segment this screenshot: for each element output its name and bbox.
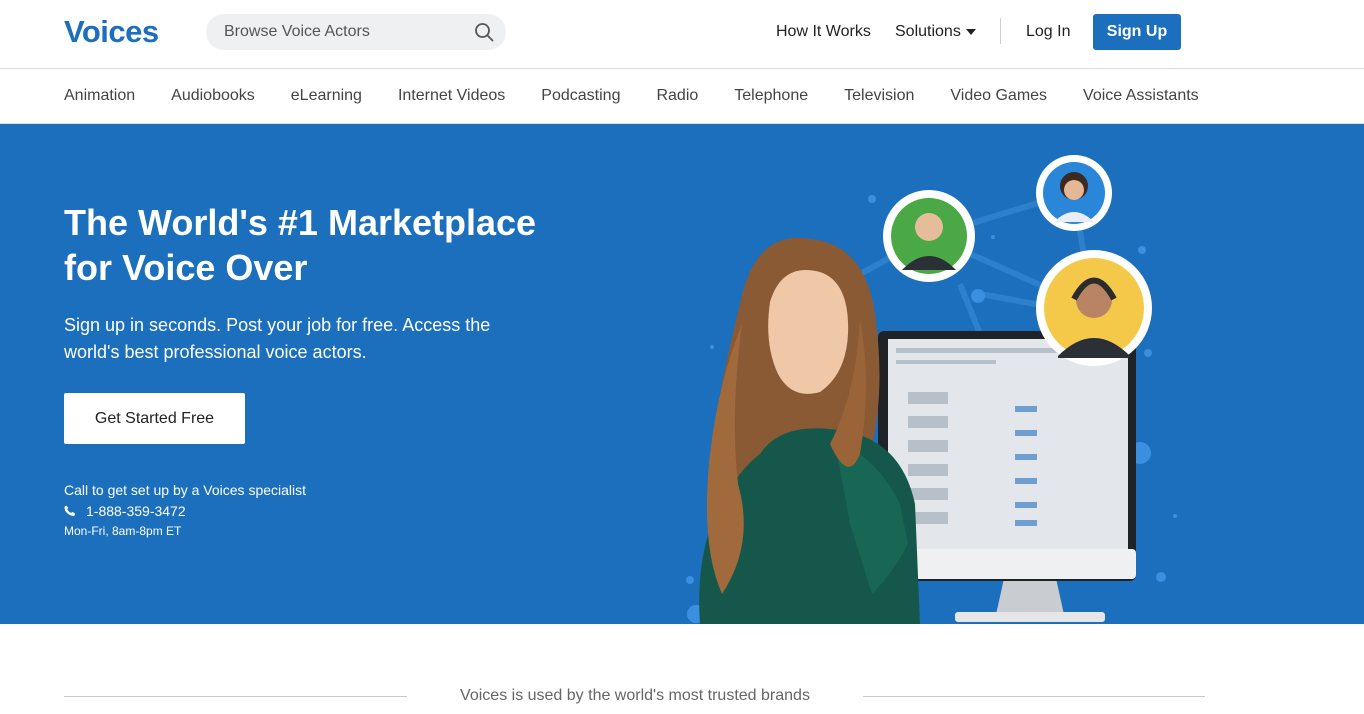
- trusted-brands-section: Voices is used by the world's most trust…: [0, 624, 1364, 714]
- nav-solutions-label: Solutions: [895, 23, 961, 40]
- nav-solutions[interactable]: Solutions: [895, 22, 976, 42]
- call-text: Call to get set up by a Voices specialis…: [64, 482, 307, 498]
- category-telephone[interactable]: Telephone: [734, 86, 808, 106]
- top-header: Voices How It Works Solutions Log In Sig…: [0, 0, 1364, 69]
- category-podcasting[interactable]: Podcasting: [541, 86, 620, 106]
- sign-up-button[interactable]: Sign Up: [1093, 14, 1181, 50]
- voice-actor-avatar-3: [1036, 250, 1152, 366]
- brands-divider-left: [64, 696, 407, 697]
- nav-how-it-works[interactable]: How It Works: [776, 22, 871, 42]
- category-radio[interactable]: Radio: [656, 86, 698, 106]
- category-video-games[interactable]: Video Games: [950, 86, 1047, 106]
- category-elearning[interactable]: eLearning: [291, 86, 362, 106]
- hero-title-line2: for Voice Over: [64, 247, 308, 288]
- voice-actor-avatar-1: [883, 190, 975, 282]
- search-bar[interactable]: [206, 14, 506, 50]
- category-television[interactable]: Television: [844, 86, 914, 106]
- category-list: Animation Audiobooks eLearning Internet …: [64, 86, 1235, 106]
- hero-illustration: [686, 155, 1177, 624]
- voices-logo[interactable]: Voices: [64, 14, 159, 50]
- trusted-brands-caption: Voices is used by the world's most trust…: [460, 687, 810, 704]
- search-input[interactable]: [206, 14, 468, 50]
- category-animation[interactable]: Animation: [64, 86, 135, 106]
- category-voice-assistants[interactable]: Voice Assistants: [1083, 86, 1199, 106]
- search-icon[interactable]: [474, 22, 494, 42]
- hero-title-line1: The World's #1 Marketplace: [64, 202, 537, 243]
- category-audiobooks[interactable]: Audiobooks: [171, 86, 255, 106]
- caret-down-icon: [965, 28, 976, 35]
- log-in-link[interactable]: Log In: [1026, 22, 1070, 42]
- category-internet-videos[interactable]: Internet Videos: [398, 86, 505, 106]
- hero-subtitle: Sign up in seconds. Post your job for fr…: [64, 315, 491, 362]
- brands-divider-right: [863, 696, 1205, 697]
- voice-actor-avatar-2: [1036, 155, 1112, 231]
- phone-number[interactable]: 1-888-359-3472: [86, 502, 186, 520]
- nav-divider: [1000, 18, 1001, 44]
- phone-icon: [64, 505, 76, 517]
- support-hours: Mon-Fri, 8am-8pm ET: [64, 524, 182, 538]
- category-nav: Animation Audiobooks eLearning Internet …: [0, 69, 1364, 124]
- phone-row[interactable]: 1-888-359-3472: [64, 502, 186, 520]
- hero-section: The World's #1 Marketplace for Voice Ove…: [0, 124, 1364, 624]
- hero-title: The World's #1 Marketplace for Voice Ove…: [64, 200, 584, 290]
- get-started-button[interactable]: Get Started Free: [64, 393, 245, 444]
